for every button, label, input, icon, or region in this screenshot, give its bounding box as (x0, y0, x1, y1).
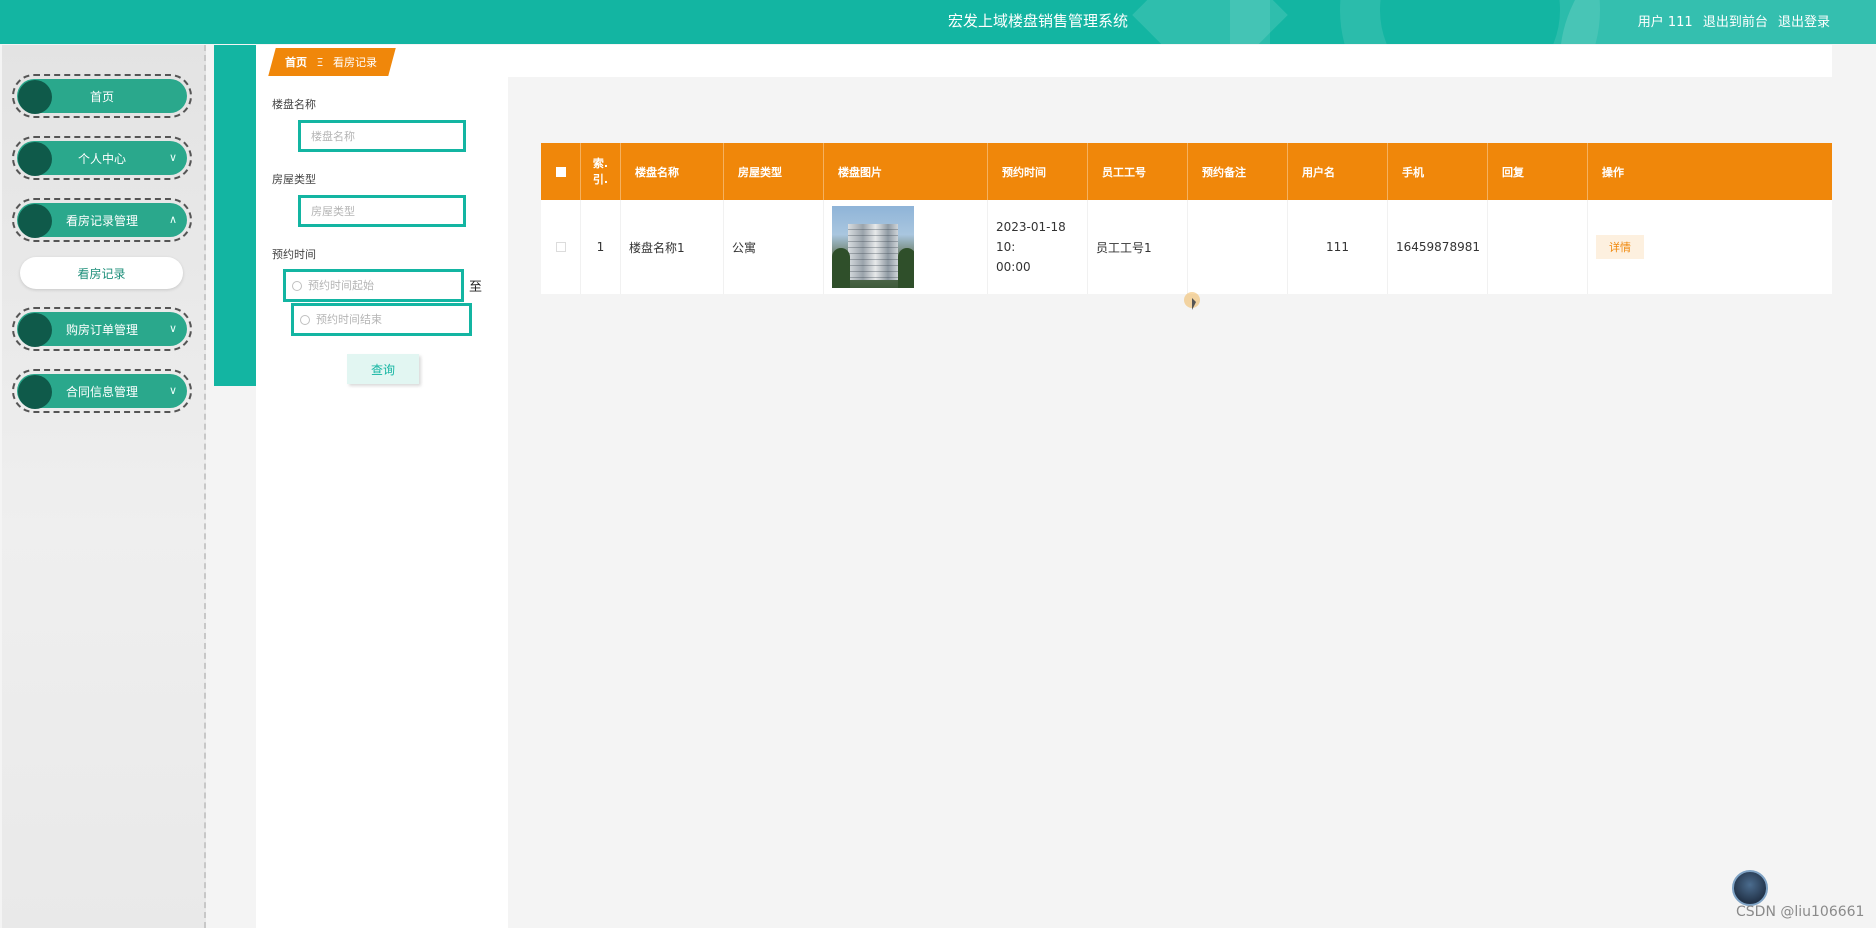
column-header-remark: 预约备注 (1188, 143, 1288, 200)
menu-ball-icon (18, 142, 52, 176)
time-label: 预约时间 (272, 248, 316, 261)
cell-remark (1188, 200, 1288, 294)
sidebar-item-label: 购房订单管理 (65, 322, 138, 337)
column-header-staff: 员工工号 (1088, 143, 1188, 200)
header-decoration (1230, 0, 1270, 44)
column-header-index: 索. 引. (581, 143, 621, 200)
breadcrumb: 首页 Ξ 看房记录 (285, 54, 377, 70)
records-table: 索. 引. 楼盘名称 房屋类型 楼盘图片 预约时间 员工工号 预约备注 用户名 … (541, 143, 1832, 294)
cell-staff: 员工工号1 (1088, 200, 1188, 294)
menu-ball-icon (18, 313, 52, 347)
top-bar: 宏发上域楼盘销售管理系统 用户 111 退出到前台 退出登录 (0, 0, 1876, 44)
chevron-down-icon: ∨ (168, 384, 177, 397)
index-header-line: 索. (592, 156, 609, 170)
sidebar-item-label: 首页 (89, 89, 114, 104)
user-area: 用户 111 退出到前台 退出登录 (1632, 11, 1830, 30)
sidebar-item-label: 看房记录管理 (65, 213, 138, 228)
column-header-actions: 操作 (1602, 165, 1624, 179)
sidebar-item-pill: 首页 (17, 79, 187, 114)
cell-time: 2023-01-18 10: 00:00 (988, 200, 1088, 294)
breadcrumb-separator-icon: Ξ (316, 56, 324, 69)
cell-image (824, 200, 988, 294)
cell-reply (1488, 200, 1588, 294)
search-button[interactable]: 查询 (347, 354, 419, 384)
chevron-down-icon: ∨ (168, 322, 177, 335)
column-header-type: 房屋类型 (724, 143, 824, 200)
table-header: 索. 引. 楼盘名称 房屋类型 楼盘图片 预约时间 员工工号 预约备注 用户名 … (541, 143, 1832, 200)
column-header-name: 楼盘名称 (621, 143, 724, 200)
sidebar-item-personal-center[interactable]: 个人中心 ∨ (12, 136, 192, 180)
chevron-down-icon: ∨ (168, 151, 177, 164)
cell-phone: 16459878981 (1388, 200, 1488, 294)
sidebar-item-label: 合同信息管理 (65, 384, 138, 399)
date-range-separator: 至 (469, 280, 483, 295)
time-line: 2023-01-18 10: (996, 220, 1066, 254)
sidebar-item-pill: 看房记录管理 ∧ (17, 203, 187, 238)
system-title: 宏发上域楼盘销售管理系统 (948, 12, 1129, 30)
sidebar-item-pill: 合同信息管理 ∨ (17, 374, 187, 409)
cell-actions: 详情 (1588, 200, 1832, 294)
select-all-checkbox[interactable] (555, 166, 566, 177)
sidebar: 首页 个人中心 ∨ 看房记录管理 ∧ 看房记录 购房订单管理 ∨ 合同信息管理 … (2, 45, 206, 928)
sidebar-item-contracts[interactable]: 合同信息管理 ∨ (12, 369, 192, 413)
sidebar-item-viewing-records[interactable]: 看房记录管理 ∧ (12, 198, 192, 242)
avatar (1732, 870, 1768, 906)
submenu-viewing-record[interactable]: 看房记录 (20, 257, 183, 289)
index-header-line: 引. (592, 172, 609, 186)
sidebar-item-label: 个人中心 (77, 151, 126, 166)
sidebar-item-purchase-orders[interactable]: 购房订单管理 ∨ (12, 307, 192, 351)
cell-username: 111 (1288, 200, 1388, 294)
clock-icon (300, 314, 310, 325)
column-header-time: 预约时间 (988, 143, 1088, 200)
cell-type: 公寓 (724, 200, 824, 294)
mouse-pointer-icon (1192, 298, 1196, 310)
logout-link[interactable]: 退出登录 (1778, 15, 1830, 30)
clock-icon (292, 280, 302, 291)
select-all-header[interactable] (541, 143, 581, 200)
start-date-input[interactable] (308, 279, 438, 292)
back-to-front-link[interactable]: 退出到前台 (1703, 15, 1768, 30)
end-date-input[interactable] (316, 313, 446, 326)
menu-ball-icon (18, 204, 52, 238)
end-date-field[interactable] (291, 303, 472, 336)
menu-ball-icon (18, 375, 52, 409)
filter-panel (256, 386, 508, 928)
building-shape (848, 224, 898, 280)
column-header-phone: 手机 (1388, 143, 1488, 200)
row-checkbox[interactable] (555, 242, 566, 252)
start-date-field[interactable] (283, 269, 464, 302)
detail-button[interactable]: 详情 (1596, 235, 1644, 259)
cell-name: 楼盘名称1 (621, 200, 724, 294)
sidebar-item-pill: 个人中心 ∨ (17, 141, 187, 176)
breadcrumb-current: 看房记录 (332, 56, 377, 69)
row-select-cell[interactable] (541, 200, 581, 294)
building-thumbnail[interactable] (832, 206, 914, 288)
tree-shape (832, 248, 850, 288)
name-label: 楼盘名称 (272, 98, 316, 111)
type-label: 房屋类型 (272, 173, 316, 186)
menu-ball-icon (18, 80, 52, 114)
chevron-up-icon: ∧ (168, 213, 177, 226)
name-input[interactable] (298, 120, 466, 152)
watermark: CSDN @liu106661 (1736, 904, 1865, 920)
user-label: 用户 111 (1637, 15, 1693, 30)
breadcrumb-home[interactable]: 首页 (285, 56, 307, 69)
column-header-username: 用户名 (1288, 143, 1388, 200)
sidebar-item-home[interactable]: 首页 (12, 74, 192, 118)
type-input[interactable] (298, 195, 466, 227)
column-header-image: 楼盘图片 (824, 143, 988, 200)
column-header-reply: 回复 (1488, 143, 1588, 200)
time-line: 00:00 (996, 260, 1031, 274)
sidebar-item-pill: 购房订单管理 ∨ (17, 312, 187, 347)
tree-shape (898, 248, 914, 288)
cell-index: 1 (581, 200, 621, 294)
